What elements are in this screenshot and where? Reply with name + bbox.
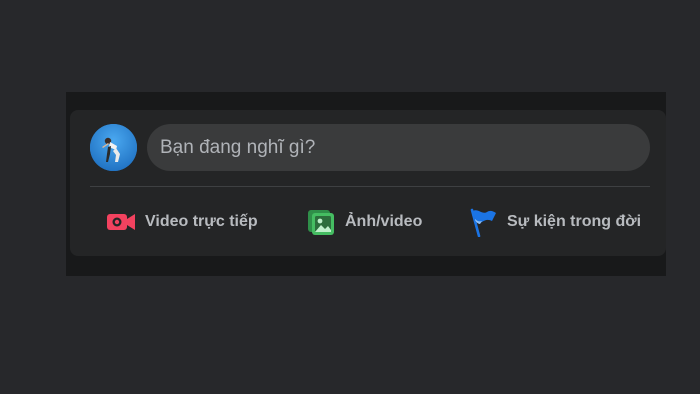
- page: Bạn đang nghĩ gì? Video trực tiếp Ảnh/vi…: [0, 0, 700, 394]
- divider: [90, 186, 650, 187]
- live-video-button[interactable]: Video trực tiếp: [106, 202, 258, 242]
- live-video-label: Video trực tiếp: [145, 213, 258, 230]
- avatar[interactable]: [90, 124, 137, 171]
- whats-on-your-mind-input[interactable]: Bạn đang nghĩ gì?: [147, 124, 650, 171]
- life-event-label: Sự kiện trong đời: [507, 213, 642, 230]
- photo-video-label: Ảnh/video: [345, 213, 423, 230]
- photo-video-button[interactable]: Ảnh/video: [306, 202, 422, 242]
- life-event-flag-icon: [468, 207, 498, 238]
- composer-actions: Video trực tiếp Ảnh/video Sự kiện trong …: [90, 202, 656, 242]
- avatar-photo: [90, 124, 137, 171]
- life-event-button[interactable]: Sự kiện trong đời: [468, 202, 641, 242]
- photo-video-icon: [306, 207, 336, 237]
- post-composer: Bạn đang nghĩ gì? Video trực tiếp Ảnh/vi…: [70, 110, 666, 256]
- live-video-icon: [106, 207, 136, 237]
